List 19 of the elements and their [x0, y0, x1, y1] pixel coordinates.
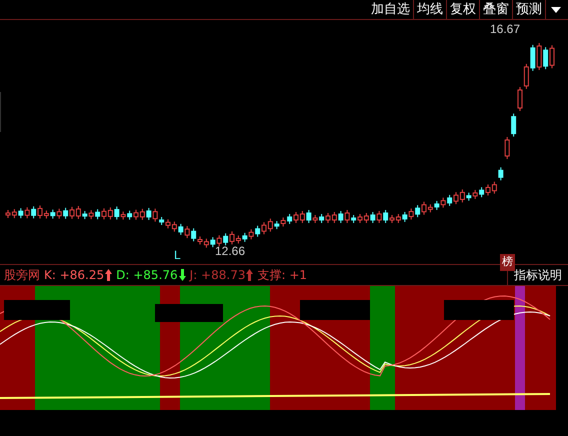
low-marker: L — [174, 247, 181, 264]
indicator-reading: 支撑: +1 — [257, 267, 308, 284]
redaction-block — [4, 300, 70, 320]
toolbar-button[interactable]: 复权 — [447, 0, 480, 20]
indicator-reading: K: +86.25 — [44, 267, 104, 284]
high-price-label: 16.67 — [490, 21, 520, 38]
toolbar-button[interactable]: 预测 — [513, 0, 546, 20]
redaction-block — [155, 304, 223, 322]
rank-badge[interactable]: 榜 — [500, 254, 515, 270]
menu-caret-icon[interactable] — [550, 4, 562, 14]
indicator-source: 股旁网 — [4, 267, 40, 284]
toolbar-button[interactable]: 均线 — [414, 0, 447, 20]
toolbar-button[interactable]: 加自选 — [368, 0, 414, 20]
redaction-block — [444, 300, 514, 320]
indicator-reading: D: +85.76 — [116, 267, 178, 284]
redaction-block — [300, 300, 370, 320]
indicator-reading: J: +88.73 — [190, 267, 246, 284]
toolbar-button[interactable]: 叠窗 — [480, 0, 513, 20]
low-price-label: 12.66 — [215, 243, 246, 260]
